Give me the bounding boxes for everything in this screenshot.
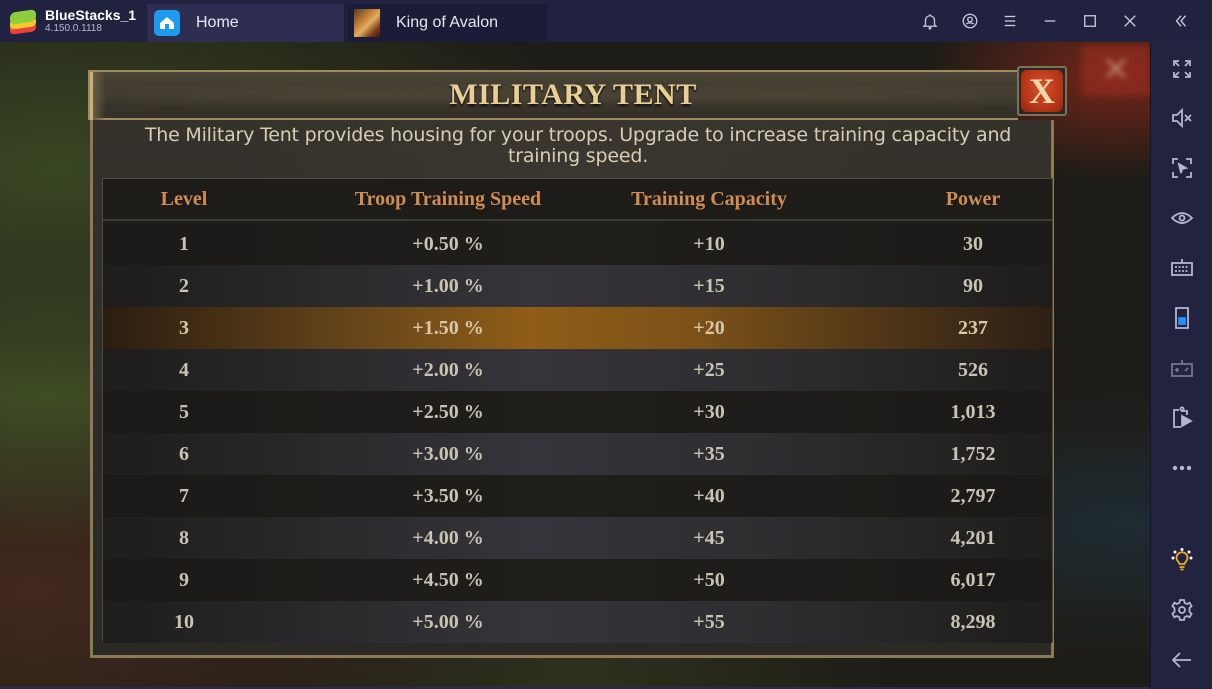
cell-training-speed: +1.50 % bbox=[412, 317, 484, 339]
app-name: BlueStacks_1 bbox=[45, 7, 137, 23]
table-row: 7 +3.50 % +40 2,797 bbox=[103, 475, 1052, 517]
dialog-title: MILITARY TENT bbox=[449, 78, 697, 111]
cell-power: 90 bbox=[963, 275, 983, 297]
cell-level: 6 bbox=[179, 443, 189, 465]
table-row: 6 +3.00 % +35 1,752 bbox=[103, 433, 1052, 475]
account-icon[interactable] bbox=[950, 0, 990, 42]
menu-icon[interactable] bbox=[990, 0, 1030, 42]
cell-power: 8,298 bbox=[950, 611, 996, 633]
dialog-description: The Military Tent provides housing for y… bbox=[144, 124, 1012, 167]
cell-power: 6,017 bbox=[950, 569, 996, 591]
header-training-capacity: Training Capacity bbox=[631, 188, 787, 210]
keyboard-icon[interactable] bbox=[1151, 251, 1212, 285]
cell-training-capacity: +50 bbox=[693, 569, 725, 591]
table-row: 8 +4.00 % +45 4,201 bbox=[103, 517, 1052, 559]
table-row-current-level: 3 +1.50 % +20 237 bbox=[103, 307, 1052, 349]
header-power: Power bbox=[945, 188, 1001, 210]
cell-training-speed: +3.00 % bbox=[412, 443, 484, 465]
close-x-icon: X bbox=[1021, 70, 1063, 112]
cell-power: 1,013 bbox=[950, 401, 996, 423]
gamepad-icon[interactable] bbox=[1151, 351, 1212, 385]
cell-training-capacity: +10 bbox=[693, 233, 725, 255]
dialog-close-button[interactable]: X bbox=[1017, 66, 1067, 116]
app-version: 4.150.0.1118 bbox=[45, 23, 102, 34]
header-training-speed: Troop Training Speed bbox=[354, 188, 542, 210]
eye-icon[interactable] bbox=[1151, 201, 1212, 235]
cell-training-speed: +4.00 % bbox=[412, 527, 484, 549]
lightbulb-icon[interactable] bbox=[1151, 543, 1212, 577]
cell-level: 3 bbox=[179, 317, 189, 339]
tab-home-label: Home bbox=[196, 14, 239, 31]
device-rotate-icon[interactable] bbox=[1151, 301, 1212, 335]
cell-training-speed: +2.00 % bbox=[412, 359, 484, 381]
cell-training-speed: +2.50 % bbox=[412, 401, 484, 423]
minimize-icon[interactable] bbox=[1030, 0, 1070, 42]
home-icon bbox=[154, 10, 180, 36]
cell-power: 4,201 bbox=[950, 527, 996, 549]
close-icon[interactable] bbox=[1110, 0, 1150, 42]
cell-training-capacity: +25 bbox=[693, 359, 725, 381]
cell-training-capacity: +40 bbox=[693, 485, 725, 507]
cell-training-speed: +4.50 % bbox=[412, 569, 484, 591]
cell-training-speed: +5.00 % bbox=[412, 611, 484, 633]
bell-icon[interactable] bbox=[910, 0, 950, 42]
maximize-icon[interactable] bbox=[1070, 0, 1110, 42]
tab-king-of-avalon[interactable]: King of Avalon bbox=[347, 4, 547, 42]
settings-icon[interactable] bbox=[1151, 593, 1212, 627]
cell-training-capacity: +15 bbox=[693, 275, 725, 297]
table-row: 5 +2.50 % +30 1,013 bbox=[103, 391, 1052, 433]
cell-power: 2,797 bbox=[950, 485, 996, 507]
app-brand: BlueStacks_1 4.150.0.1118 bbox=[0, 0, 147, 42]
cell-level: 8 bbox=[179, 527, 189, 549]
cell-training-capacity: +30 bbox=[693, 401, 725, 423]
table-row: 4 +2.00 % +25 526 bbox=[103, 349, 1052, 391]
cell-training-speed: +3.50 % bbox=[412, 485, 484, 507]
mute-icon[interactable] bbox=[1151, 101, 1212, 135]
media-manager-icon[interactable] bbox=[1151, 401, 1212, 435]
table-header: Level Troop Training Speed Training Capa… bbox=[103, 179, 1052, 221]
game-viewport[interactable]: ✕ MILITARY TENT X The Military Tent prov… bbox=[0, 42, 1150, 687]
background-close-icon: ✕ bbox=[1082, 46, 1150, 96]
cell-level: 1 bbox=[179, 233, 189, 255]
table-row: 9 +4.50 % +50 6,017 bbox=[103, 559, 1052, 601]
cell-level: 2 bbox=[179, 275, 189, 297]
cell-power: 237 bbox=[958, 317, 988, 339]
screen-capture-icon[interactable] bbox=[1151, 151, 1212, 185]
tab-home[interactable]: Home bbox=[147, 4, 345, 42]
cell-level: 4 bbox=[179, 359, 189, 381]
cell-level: 5 bbox=[179, 401, 189, 423]
tab-game-label: King of Avalon bbox=[396, 14, 499, 31]
cell-training-speed: +1.00 % bbox=[412, 275, 484, 297]
back-icon[interactable] bbox=[1151, 643, 1212, 677]
cell-training-capacity: +55 bbox=[693, 611, 725, 633]
cell-power: 526 bbox=[958, 359, 988, 381]
bluestacks-logo-icon bbox=[8, 8, 38, 35]
dialog-body: The Military Tent provides housing for y… bbox=[90, 120, 1054, 658]
cell-training-capacity: +45 bbox=[693, 527, 725, 549]
cell-power: 30 bbox=[963, 233, 983, 255]
military-tent-dialog: MILITARY TENT X The Military Tent provid… bbox=[88, 66, 1067, 660]
game-thumbnail-icon bbox=[354, 9, 380, 37]
fullscreen-icon[interactable] bbox=[1151, 52, 1212, 86]
level-table: Level Troop Training Speed Training Capa… bbox=[102, 178, 1053, 643]
table-row: 10 +5.00 % +55 8,298 bbox=[103, 601, 1052, 643]
table-row: 1 +0.50 % +10 30 bbox=[103, 223, 1052, 265]
right-sidebar bbox=[1150, 42, 1212, 689]
title-bar: BlueStacks_1 4.150.0.1118 Home King of A… bbox=[0, 0, 1212, 42]
cell-power: 1,752 bbox=[950, 443, 996, 465]
table-row: 2 +1.00 % +15 90 bbox=[103, 265, 1052, 307]
cell-level: 7 bbox=[179, 485, 189, 507]
collapse-sidebar-icon[interactable] bbox=[1150, 0, 1212, 42]
cell-training-speed: +0.50 % bbox=[412, 233, 484, 255]
more-icon[interactable] bbox=[1151, 451, 1212, 485]
cell-training-capacity: +20 bbox=[693, 317, 725, 339]
header-level: Level bbox=[160, 188, 208, 210]
cell-training-capacity: +35 bbox=[693, 443, 725, 465]
cell-level: 9 bbox=[179, 569, 189, 591]
cell-level: 10 bbox=[174, 611, 194, 633]
